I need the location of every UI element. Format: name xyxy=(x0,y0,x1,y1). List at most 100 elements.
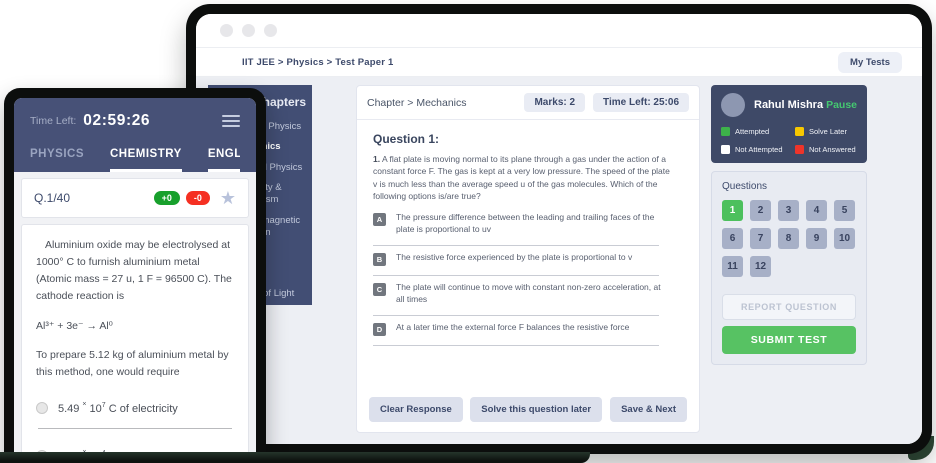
legend-not-answered: Not Answered xyxy=(795,145,857,154)
divider xyxy=(373,245,659,246)
time-left-value: 02:59:26 xyxy=(83,112,150,130)
legend-label: Attempted xyxy=(735,127,769,136)
profile-name: Rahul Mishra xyxy=(754,99,823,111)
save-next-button[interactable]: Save & Next xyxy=(610,397,687,422)
tab-english-proficiency[interactable]: ENGLISH PROFICIENCY xyxy=(208,148,240,172)
question-number-8[interactable]: 8 xyxy=(778,228,799,249)
question-number-4[interactable]: 4 xyxy=(806,200,827,221)
mobile-screen: Time Left: 02:59:26 PHYSICS CHEMISTRY EN… xyxy=(14,98,256,463)
power-base: 10 xyxy=(90,403,102,415)
question-number-grid: 1 2 3 4 5 6 7 8 9 10 11 12 xyxy=(722,200,856,277)
question-footer: Clear Response Solve this question later… xyxy=(357,387,699,432)
question-title: Question 1: xyxy=(373,132,683,146)
unit: C of electricity xyxy=(106,403,178,415)
not-answered-swatch xyxy=(795,145,804,154)
clear-response-button[interactable]: Clear Response xyxy=(369,397,463,422)
subject-tabs: PHYSICS CHEMISTRY ENGLISH PROFICIENCY xyxy=(30,148,240,172)
question-number-prefix: 1. xyxy=(373,154,380,164)
mobile-question-number: Q.1/40 xyxy=(34,191,70,205)
question-number-2[interactable]: 2 xyxy=(750,200,771,221)
time-left-label: Time Left: xyxy=(30,115,76,127)
hamburger-menu-icon[interactable] xyxy=(222,115,240,127)
coefficient: 5.49 xyxy=(58,403,79,415)
legend-label: Not Answered xyxy=(809,145,856,154)
option-c-letter: C xyxy=(373,283,386,296)
question-number-6[interactable]: 6 xyxy=(722,228,743,249)
legend-attempted: Attempted xyxy=(721,127,795,136)
legend-solve-later: Solve Later xyxy=(795,127,857,136)
attempted-swatch xyxy=(721,127,730,136)
avatar xyxy=(721,93,745,117)
window-control-dot[interactable] xyxy=(242,24,255,37)
question-number-10[interactable]: 10 xyxy=(834,228,855,249)
breadcrumb-bar: IIT JEE > Physics > Test Paper 1 My Test… xyxy=(196,48,922,77)
questions-title: Questions xyxy=(722,181,856,192)
negative-marks-pill: -0 xyxy=(186,191,210,205)
window-control-dot[interactable] xyxy=(264,24,277,37)
option-d-letter: D xyxy=(373,323,386,336)
tab-chemistry[interactable]: CHEMISTRY xyxy=(110,148,182,172)
submit-test-button[interactable]: SUBMIT TEST xyxy=(722,326,856,354)
breadcrumb[interactable]: IIT JEE > Physics > Test Paper 1 xyxy=(242,57,393,68)
radio-button[interactable] xyxy=(36,402,48,414)
marks-badge: Marks: 2 xyxy=(524,93,585,112)
tab-physics[interactable]: PHYSICS xyxy=(30,148,84,172)
question-body: Question 1: 1. A flat plate is moving no… xyxy=(357,120,699,346)
question-text-body: A flat plate is moving normal to its pla… xyxy=(373,154,670,201)
divider xyxy=(373,315,659,316)
divider xyxy=(373,345,659,346)
question-number-12[interactable]: 12 xyxy=(750,256,771,277)
screenshot-stage: IIT JEE > Physics > Test Paper 1 My Test… xyxy=(0,0,936,463)
solve-later-swatch xyxy=(795,127,804,136)
option-b-letter: B xyxy=(373,253,386,266)
option-d[interactable]: D At a later time the external force F b… xyxy=(373,322,683,336)
window-titlebar xyxy=(196,14,922,48)
question-number-1[interactable]: 1 xyxy=(722,200,743,221)
legend-label: Not Attempted xyxy=(735,145,783,154)
profile-card: Rahul Mishra Pause Attempted Solve Later xyxy=(711,85,867,163)
question-number-7[interactable]: 7 xyxy=(750,228,771,249)
option-d-text: At a later time the external force F bal… xyxy=(396,322,629,334)
questions-card: Questions 1 2 3 4 5 6 7 8 9 10 11 xyxy=(711,171,867,365)
cathode-reaction-equation: Al³⁺ + 3e⁻ → Al⁰ xyxy=(36,320,234,332)
option-c[interactable]: C The plate will continue to move with c… xyxy=(373,282,683,306)
bookmark-star-icon[interactable]: ★ xyxy=(220,189,236,207)
option-a-text: The pressure difference between the lead… xyxy=(396,212,666,236)
positive-marks-pill: +0 xyxy=(154,191,180,205)
question-number-5[interactable]: 5 xyxy=(834,200,855,221)
question-number-11[interactable]: 11 xyxy=(722,256,743,277)
question-panel: Chapter > Mechanics Marks: 2 Time Left: … xyxy=(356,85,700,433)
question-number-3[interactable]: 3 xyxy=(778,200,799,221)
pause-button[interactable]: Pause xyxy=(826,99,857,111)
question-text: 1. A flat plate is moving normal to its … xyxy=(373,153,673,202)
option-a-letter: A xyxy=(373,213,386,226)
mobile-question-header-card: Q.1/40 +0 -0 ★ xyxy=(21,178,249,218)
option-a[interactable]: A The pressure difference between the le… xyxy=(373,212,683,236)
option-b-text: The resistive force experienced by the p… xyxy=(396,252,632,264)
divider xyxy=(373,275,659,276)
option-c-text: The plate will continue to move with con… xyxy=(396,282,666,306)
mobile-header: Time Left: 02:59:26 PHYSICS CHEMISTRY EN… xyxy=(14,98,256,172)
report-question-button[interactable]: REPORT QUESTION xyxy=(722,294,856,320)
solve-later-button[interactable]: Solve this question later xyxy=(470,397,602,422)
question-panel-header: Chapter > Mechanics Marks: 2 Time Left: … xyxy=(357,86,699,120)
question-number-9[interactable]: 9 xyxy=(806,228,827,249)
browser-window: IIT JEE > Physics > Test Paper 1 My Test… xyxy=(186,4,932,454)
option-b[interactable]: B The resistive force experienced by the… xyxy=(373,252,683,266)
mobile-option-1-text: 5.49×107 C of electricity xyxy=(58,401,178,415)
window-control-dot[interactable] xyxy=(220,24,233,37)
mobile-question-text-2: To prepare 5.12 kg of aluminium metal by… xyxy=(36,347,234,381)
legend-not-attempted: Not Attempted xyxy=(721,145,795,154)
my-tests-button[interactable]: My Tests xyxy=(838,52,902,73)
legend-label: Solve Later xyxy=(809,127,847,136)
mobile-question-card: Aluminium oxide may be electrolysed at 1… xyxy=(21,224,249,463)
bottom-accent-strip xyxy=(0,452,590,463)
browser-inner: IIT JEE > Physics > Test Paper 1 My Test… xyxy=(196,14,922,444)
mobile-option-1[interactable]: 5.49×107 C of electricity xyxy=(36,401,234,415)
not-attempted-swatch xyxy=(721,145,730,154)
mobile-panel: Time Left: 02:59:26 PHYSICS CHEMISTRY EN… xyxy=(4,88,266,463)
time-left-badge: Time Left: 25:06 xyxy=(593,93,689,112)
app-content: Chapters General Physics Mechanics Therm… xyxy=(196,77,922,444)
chapter-breadcrumb: Chapter > Mechanics xyxy=(367,97,467,109)
times-sign: × xyxy=(79,401,89,408)
